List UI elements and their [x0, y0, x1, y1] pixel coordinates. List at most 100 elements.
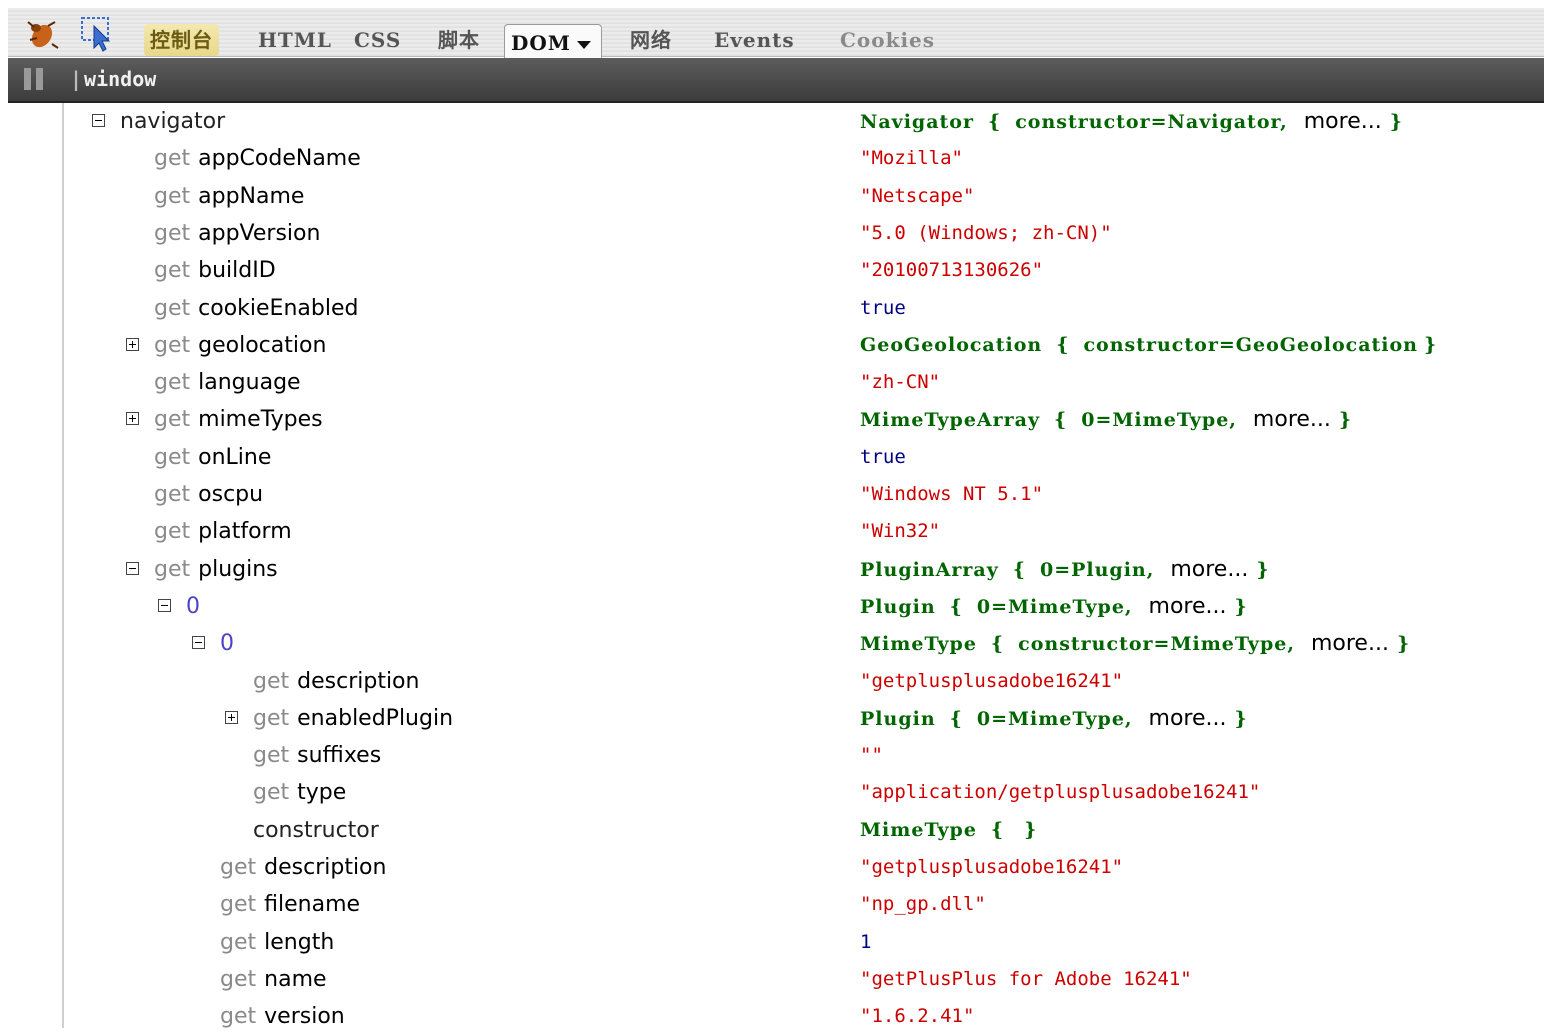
tree-row[interactable]: get geolocation GeoGeolocation {constructor… [0, 327, 1548, 364]
tree-row[interactable]: get enabledPlugin Plugin {0=MimeType, more..… [0, 700, 1548, 737]
breadcrumb-window[interactable]: window [84, 67, 156, 91]
tree-row[interactable]: get description "getplusplusadobe16241" [0, 663, 1548, 700]
tree-row[interactable]: get description "getplusplusadobe16241" [0, 849, 1548, 886]
tree-row[interactable]: 0 MimeType {constructor=MimeType, more...} [0, 625, 1548, 662]
tree-row[interactable]: get language "zh-CN" [0, 364, 1548, 401]
object-type[interactable]: Plugin [860, 708, 936, 730]
tree-row[interactable]: navigator Navigator {constructor=Navigator… [0, 103, 1548, 140]
object-preview: constructor=Navigator, [1015, 111, 1288, 133]
tab-script[interactable]: 脚本 [432, 22, 486, 58]
tree-row[interactable]: constructor MimeType {} [0, 812, 1548, 849]
property-name[interactable]: get oscpu [154, 476, 263, 513]
property-value[interactable]: Plugin {0=MimeType, more...} [860, 588, 1248, 625]
object-type[interactable]: PluginArray [860, 559, 999, 581]
tab-console[interactable]: 控制台 [144, 24, 219, 56]
tree-row[interactable]: get platform "Win32" [0, 513, 1548, 550]
property-name[interactable]: get platform [154, 513, 292, 550]
tab-events[interactable]: Events [708, 22, 801, 58]
property-name[interactable]: get suffixes [253, 737, 381, 774]
property-value[interactable]: Navigator {constructor=Navigator, more...} [860, 103, 1403, 140]
property-name[interactable]: get language [154, 364, 301, 401]
more-link[interactable]: more... [1149, 594, 1227, 619]
tree-row[interactable]: get cookieEnabled true [0, 290, 1548, 327]
tree-row[interactable]: get length 1 [0, 924, 1548, 961]
object-type[interactable]: MimeType [860, 819, 977, 841]
property-name[interactable]: get plugins [154, 551, 278, 588]
tree-row[interactable]: get oscpu "Windows NT 5.1" [0, 476, 1548, 513]
property-name[interactable]: get description [220, 849, 386, 886]
tree-row[interactable]: get plugins PluginArray {0=Plugin, more...} [0, 551, 1548, 588]
tree-row[interactable]: get appVersion "5.0 (Windows; zh-CN)" [0, 215, 1548, 252]
property-value: true [860, 445, 906, 468]
tab-html[interactable]: HTML [252, 22, 338, 58]
tree-row[interactable]: get appName "Netscape" [0, 178, 1548, 215]
more-link[interactable]: more... [1253, 407, 1331, 432]
open-brace: { [949, 595, 963, 618]
tab-network[interactable]: 网络 [624, 22, 678, 58]
property-value[interactable]: MimeTypeArray {0=MimeType, more...} [860, 401, 1352, 438]
tab-css[interactable]: CSS [348, 22, 407, 58]
property-name[interactable]: get description [253, 663, 419, 700]
property-name[interactable]: get appCodeName [154, 140, 361, 177]
property-name[interactable]: 0 [220, 625, 234, 662]
tree-row[interactable]: get mimeTypes MimeTypeArray {0=MimeType, mor… [0, 401, 1548, 438]
property-name[interactable]: get appName [154, 178, 304, 215]
tree-row[interactable]: get filename "np_gp.dll" [0, 886, 1548, 923]
tree-row[interactable]: get version "1.6.2.41" [0, 998, 1548, 1035]
more-link[interactable]: more... [1311, 631, 1389, 656]
property-value[interactable]: PluginArray {0=Plugin, more...} [860, 551, 1270, 588]
object-type[interactable]: MimeTypeArray [860, 409, 1040, 431]
more-link[interactable]: more... [1170, 557, 1248, 582]
expand-icon[interactable] [126, 412, 139, 426]
expand-icon[interactable] [225, 710, 238, 724]
getter-prefix: get [154, 444, 191, 470]
property-name[interactable]: get version [220, 998, 345, 1035]
tree-row[interactable]: get appCodeName "Mozilla" [0, 140, 1548, 177]
collapse-icon[interactable] [158, 598, 171, 612]
property-name[interactable]: 0 [186, 588, 200, 625]
property-name[interactable]: get onLine [154, 439, 271, 476]
tree-row[interactable]: get onLine true [0, 439, 1548, 476]
tree-row[interactable]: 0 Plugin {0=MimeType, more...} [0, 588, 1548, 625]
property-name[interactable]: get length [220, 924, 334, 961]
property-name[interactable]: navigator [120, 103, 225, 140]
collapse-icon[interactable] [192, 636, 205, 650]
property-name[interactable]: get cookieEnabled [154, 290, 358, 327]
property-name[interactable]: get buildID [154, 252, 276, 289]
property-name[interactable]: get geolocation [154, 327, 326, 364]
pause-icon[interactable] [24, 68, 48, 90]
property-name[interactable]: get name [220, 961, 327, 998]
object-type[interactable]: Navigator [860, 111, 974, 133]
getter-prefix: get [154, 556, 191, 582]
tree-row[interactable]: get buildID "20100713130626" [0, 252, 1548, 289]
property-name[interactable]: constructor [253, 812, 379, 849]
property-name[interactable]: get appVersion [154, 215, 320, 252]
property-value: "Netscape" [860, 184, 975, 207]
property-name[interactable]: get filename [220, 886, 360, 923]
property-name[interactable]: get type [253, 774, 346, 811]
tree-row[interactable]: get type "application/getplusplusadobe1624… [0, 774, 1548, 811]
collapse-icon[interactable] [92, 114, 105, 127]
tab-cookies[interactable]: Cookies [834, 22, 941, 58]
property-name[interactable]: get enabledPlugin [253, 700, 453, 737]
property-name[interactable]: get mimeTypes [154, 401, 323, 438]
more-link[interactable]: more... [1304, 109, 1382, 134]
tree-row[interactable]: get suffixes "" [0, 737, 1548, 774]
expand-icon[interactable] [126, 337, 139, 351]
more-link[interactable]: more... [1149, 706, 1227, 731]
object-type[interactable]: MimeType [860, 633, 977, 655]
collapse-icon[interactable] [126, 561, 139, 575]
property-value[interactable]: MimeType {constructor=MimeType, more...} [860, 625, 1410, 662]
property-value[interactable]: GeoGeolocation {constructor=GeoGeolocatio… [860, 327, 1437, 364]
object-type[interactable]: Plugin [860, 596, 936, 618]
getter-prefix: get [253, 780, 290, 806]
chevron-down-icon[interactable] [576, 40, 591, 49]
firebug-bug-icon[interactable] [22, 14, 62, 52]
tree-row[interactable]: get name "getPlusPlus for Adobe 16241" [0, 961, 1548, 998]
property-value[interactable]: Plugin {0=MimeType, more...} [860, 700, 1248, 737]
breadcrumb[interactable]: | window [70, 58, 156, 101]
property-value[interactable]: MimeType {} [860, 812, 1037, 849]
close-brace: } [1338, 409, 1353, 432]
inspect-element-icon[interactable] [78, 14, 118, 52]
object-type[interactable]: GeoGeolocation [860, 334, 1042, 356]
